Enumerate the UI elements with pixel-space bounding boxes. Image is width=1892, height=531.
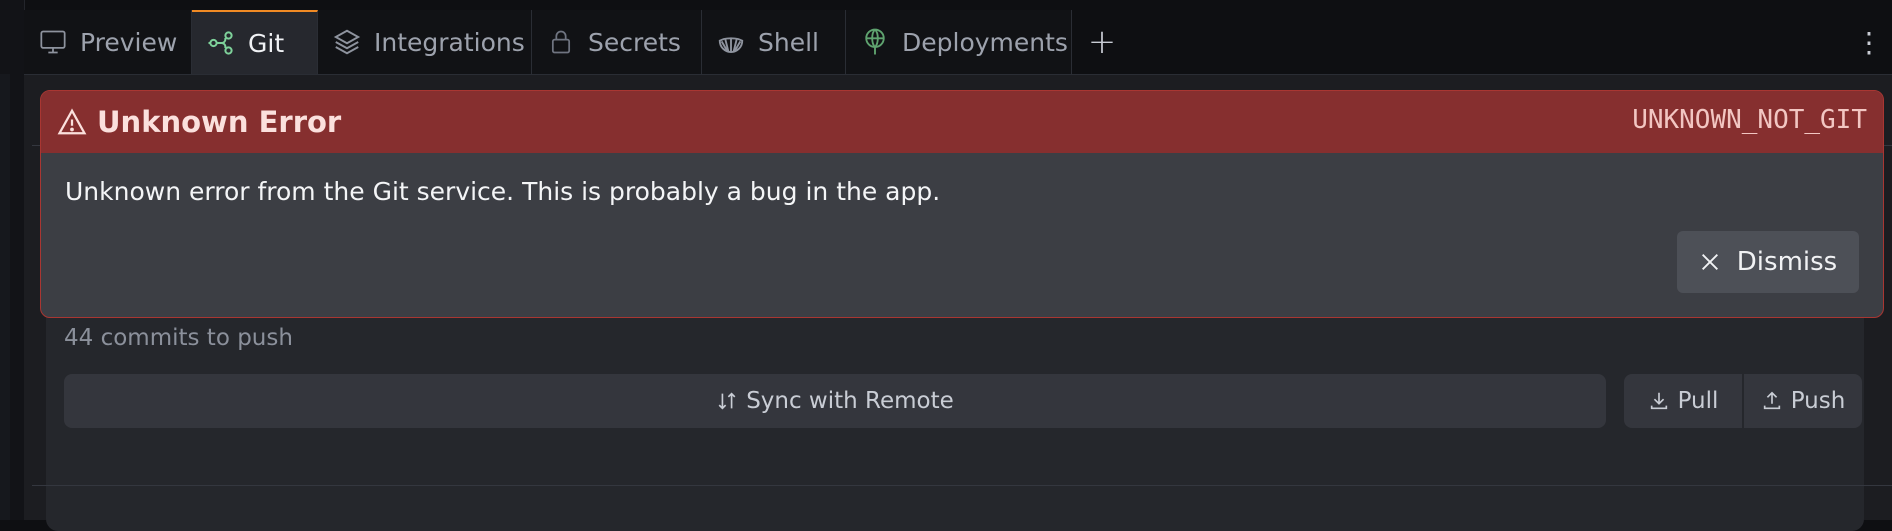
commits-status: 44 commits to push <box>64 325 293 351</box>
close-icon <box>1699 251 1721 273</box>
lock-icon <box>546 27 576 57</box>
git-branch-icon <box>206 28 236 58</box>
divider <box>32 485 1892 486</box>
warning-icon <box>57 107 87 137</box>
error-alert: Unknown Error UNKNOWN_NOT_GIT Unknown er… <box>40 90 1884 318</box>
pull-label: Pull <box>1677 388 1719 414</box>
dismiss-label: Dismiss <box>1736 247 1838 277</box>
tab-deployments[interactable]: Deployments <box>846 10 1072 74</box>
layers-icon <box>332 27 362 57</box>
pull-button[interactable]: Pull <box>1624 374 1742 428</box>
tab-label: Preview <box>80 27 178 57</box>
tab-label: Integrations <box>374 27 525 57</box>
tab-label: Git <box>248 28 285 58</box>
push-button[interactable]: Push <box>1744 374 1862 428</box>
push-label: Push <box>1790 388 1846 414</box>
tab-label: Secrets <box>588 27 681 57</box>
tab-secrets[interactable]: Secrets <box>532 10 702 74</box>
deployments-icon <box>860 27 890 57</box>
left-rail <box>0 0 25 520</box>
tab-label: Shell <box>758 27 819 57</box>
dismiss-button[interactable]: Dismiss <box>1677 231 1859 293</box>
tab-integrations[interactable]: Integrations <box>318 10 532 74</box>
error-header: Unknown Error UNKNOWN_NOT_GIT <box>41 91 1883 153</box>
download-icon <box>1648 390 1670 412</box>
error-code: UNKNOWN_NOT_GIT <box>1632 105 1867 135</box>
error-title: Unknown Error <box>97 105 342 139</box>
shell-icon <box>716 27 746 57</box>
tab-shell[interactable]: Shell <box>702 10 846 74</box>
error-message: Unknown error from the Git service. This… <box>65 177 941 206</box>
tab-label: Deployments <box>902 27 1068 57</box>
tab-bar: Preview Git Integrations Secrets Shell D… <box>24 10 1892 75</box>
tab-preview[interactable]: Preview <box>24 10 192 74</box>
sort-arrows-icon <box>716 390 738 412</box>
sync-with-remote-button[interactable]: Sync with Remote <box>64 374 1606 428</box>
add-tab-button[interactable]: + <box>1072 10 1132 74</box>
tab-menu-button[interactable]: ⋮ <box>1854 10 1884 74</box>
tab-git[interactable]: Git <box>192 10 318 74</box>
sync-label: Sync with Remote <box>746 388 954 414</box>
left-rail-segment <box>0 74 10 520</box>
upload-icon <box>1761 390 1783 412</box>
pull-push-group: Pull Push <box>1624 374 1862 428</box>
monitor-icon <box>38 27 68 57</box>
